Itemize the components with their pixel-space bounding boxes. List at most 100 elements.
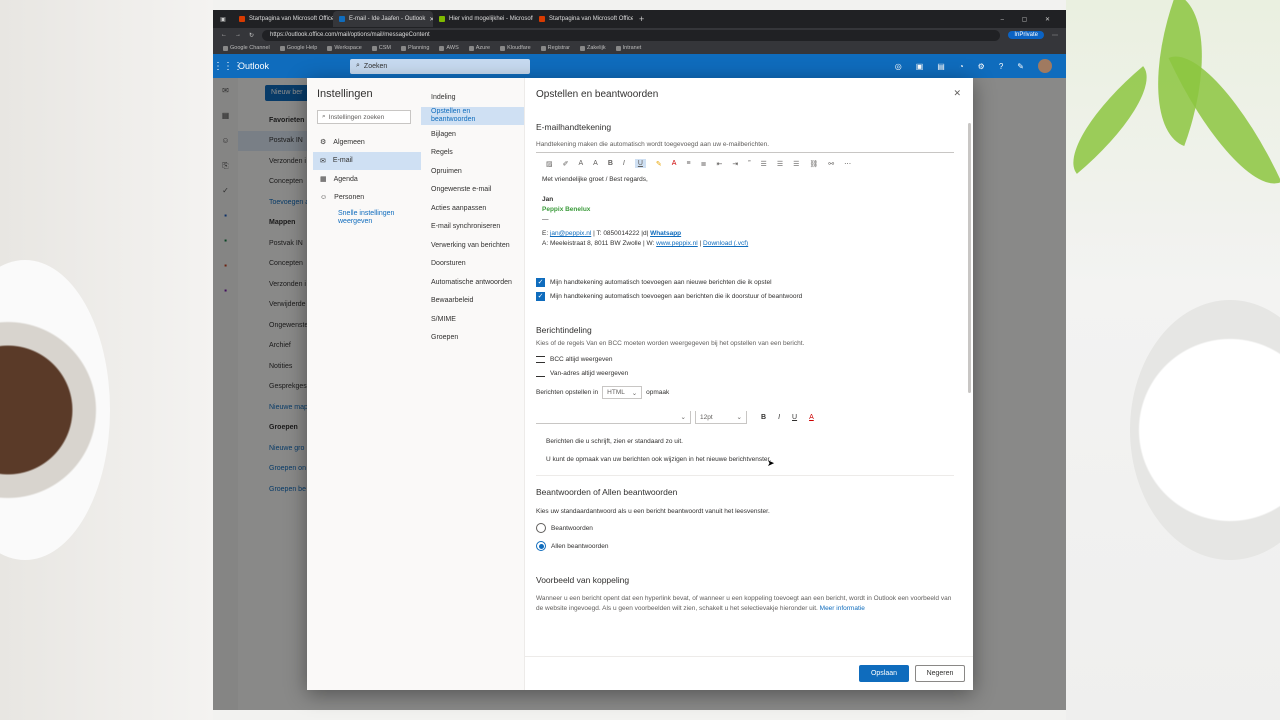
settings-title: Instellingen: [317, 88, 373, 100]
bullets-icon[interactable]: ≡: [686, 160, 690, 167]
quote-icon[interactable]: ”: [748, 160, 750, 167]
settings-subitem[interactable]: Opstellen en beantwoorden: [421, 106, 524, 125]
indent-increase-icon[interactable]: ⇥: [732, 160, 738, 168]
refresh-icon[interactable]: ↻: [249, 32, 254, 39]
auto-signature-reply-checkbox[interactable]: ✓ Mijn handtekening automatisch toevoegen…: [536, 289, 954, 303]
avatar[interactable]: [1038, 59, 1052, 73]
settings-subitem[interactable]: E-mail synchroniseren: [421, 218, 524, 237]
scrollbar[interactable]: [968, 123, 971, 393]
forward-icon[interactable]: →: [235, 32, 241, 38]
browser-tab[interactable]: Startpagina van Microsoft Office✕: [233, 11, 333, 27]
close-icon[interactable]: ✕: [953, 88, 961, 99]
teams-icon[interactable]: ▣: [916, 62, 924, 71]
font-size-up-icon[interactable]: A: [593, 160, 598, 167]
help-icon[interactable]: ?: [999, 62, 1003, 71]
bookmark-item[interactable]: Kloudfare: [500, 45, 531, 51]
signature-email-link[interactable]: jan@peppix.nl: [550, 230, 591, 237]
settings-subitem[interactable]: Bewaarbeleid: [421, 292, 524, 311]
settings-icon[interactable]: ⚙: [978, 62, 985, 71]
back-icon[interactable]: ←: [221, 32, 227, 38]
settings-category-agenda[interactable]: ▦ Agenda: [313, 170, 421, 189]
settings-subitem[interactable]: Groepen: [421, 329, 524, 348]
font-color-icon[interactable]: A: [672, 160, 677, 167]
settings-subitem[interactable]: Opruimen: [421, 162, 524, 181]
image-icon[interactable]: ▨: [546, 160, 553, 168]
settings-subitem[interactable]: Ongewenste e-mail: [421, 181, 524, 200]
bold-icon[interactable]: B: [761, 414, 766, 421]
settings-subitem[interactable]: Regels: [421, 144, 524, 163]
window-controls[interactable]: ‒ ▢ ✕: [1001, 16, 1066, 23]
settings-search-input[interactable]: ⌕ Instellingen zoeken: [317, 110, 411, 124]
bookmark-item[interactable]: AWS: [439, 45, 459, 51]
new-tab-icon[interactable]: +: [633, 14, 650, 24]
settings-subitem[interactable]: Verwerking van berichten: [421, 236, 524, 255]
download-link[interactable]: Download (.vcf): [703, 240, 748, 247]
cancel-button[interactable]: Negeren: [915, 665, 965, 682]
font-family-select[interactable]: ⌄: [536, 411, 691, 424]
from-toggle[interactable]: Van-adres altijd weergeven: [536, 366, 954, 380]
more-options-icon[interactable]: ⋯: [844, 160, 851, 168]
underline-icon[interactable]: U: [634, 159, 646, 168]
align-center-icon[interactable]: ☰: [777, 160, 783, 168]
bookmark-item[interactable]: Google Help: [279, 45, 317, 51]
settings-category-personen[interactable]: ☺ Personen: [313, 189, 421, 208]
bell-icon[interactable]: ◔: [959, 62, 964, 71]
font-size-down-icon[interactable]: A: [579, 160, 584, 167]
indent-decrease-icon[interactable]: ⇤: [716, 160, 722, 168]
align-left-icon[interactable]: ☰: [761, 160, 767, 168]
save-button[interactable]: Opslaan: [859, 665, 909, 682]
underline-icon[interactable]: U: [792, 414, 797, 421]
browser-tab[interactable]: Hier vind mogelijkhei - Microsoft✕: [433, 11, 533, 27]
font-color-icon[interactable]: A: [809, 414, 814, 421]
signature-editor[interactable]: Met vriendelijke groet / Best regards, J…: [536, 175, 954, 249]
calendar-icon[interactable]: ▤: [937, 62, 945, 71]
profile-button[interactable]: InPrivate: [1008, 31, 1044, 39]
browser-tab[interactable]: E-mail - Ide Jaafen - Outlook ✕: [333, 11, 433, 27]
quick-settings-link[interactable]: Snelle instellingen weergeven: [313, 210, 421, 225]
link-icon[interactable]: ⛓: [809, 160, 818, 168]
bookmark-item[interactable]: Intranet: [615, 45, 641, 51]
settings-subitem[interactable]: Bijlagen: [421, 125, 524, 144]
more-info-link[interactable]: Meer informatie: [820, 605, 865, 612]
bold-icon[interactable]: B: [608, 160, 613, 167]
settings-subitem[interactable]: Indeling: [421, 88, 524, 107]
app-launcher-icon[interactable]: ⋮⋮⋮: [213, 61, 243, 72]
settings-subitem[interactable]: Doorsturen: [421, 255, 524, 274]
bookmark-item[interactable]: Zakelijk: [579, 45, 606, 51]
italic-icon[interactable]: I: [778, 414, 780, 421]
font-size-select[interactable]: 12pt ⌄: [695, 411, 747, 424]
bookmark-item[interactable]: CSM: [371, 45, 391, 51]
bookmark-item[interactable]: Planning: [401, 45, 429, 51]
bcc-toggle[interactable]: BCC altijd weergeven: [536, 352, 954, 366]
bookmark-favicon-icon: [439, 45, 445, 51]
website-link[interactable]: www.peppix.nl: [656, 240, 698, 247]
feedback-icon[interactable]: ✎: [1017, 62, 1024, 71]
bookmark-item[interactable]: Azure: [468, 45, 490, 51]
more-icon[interactable]: ⋯: [1052, 32, 1058, 39]
settings-category-e-mail[interactable]: ✉ E-mail: [313, 151, 421, 170]
align-right-icon[interactable]: ☰: [793, 160, 799, 168]
whatsapp-link[interactable]: Whatsapp: [650, 230, 681, 237]
numbering-icon[interactable]: ≣: [701, 160, 707, 168]
unlink-icon[interactable]: ⚯: [828, 160, 834, 168]
settings-subitem[interactable]: S/MIME: [421, 310, 524, 329]
reply-all-option[interactable]: Allen beantwoorden: [536, 539, 954, 553]
settings-subitem[interactable]: Acties aanpassen: [421, 199, 524, 218]
bookmark-item[interactable]: Google Channel: [223, 45, 270, 51]
bookmark-item[interactable]: Werkspace: [327, 45, 362, 51]
auto-signature-new-checkbox[interactable]: ✓ Mijn handtekening automatisch toevoegen…: [536, 275, 954, 289]
settings-category-algemeen[interactable]: ⚙ Algemeen: [313, 133, 421, 152]
reply-option[interactable]: Beantwoorden: [536, 521, 954, 535]
skype-icon[interactable]: ◎: [895, 62, 902, 71]
browser-tab[interactable]: Startpagina van Microsoft Office✕: [533, 11, 633, 27]
url-field[interactable]: https://outlook.office.com/mail/options/…: [262, 29, 1001, 41]
settings-subitem[interactable]: Automatische antwoorden: [421, 273, 524, 292]
highlight-icon[interactable]: ✎: [656, 160, 662, 168]
compose-format-value: HTML: [607, 389, 625, 396]
compose-format-select[interactable]: HTML ⌄: [602, 386, 643, 399]
bookmark-item[interactable]: Registrar: [540, 45, 570, 51]
format-painter-icon[interactable]: ✐: [563, 160, 569, 168]
italic-icon[interactable]: I: [623, 160, 625, 167]
mail-search-input[interactable]: ⌕ Zoeken: [350, 58, 530, 74]
tab-actions-icon[interactable]: ▣: [213, 16, 233, 23]
